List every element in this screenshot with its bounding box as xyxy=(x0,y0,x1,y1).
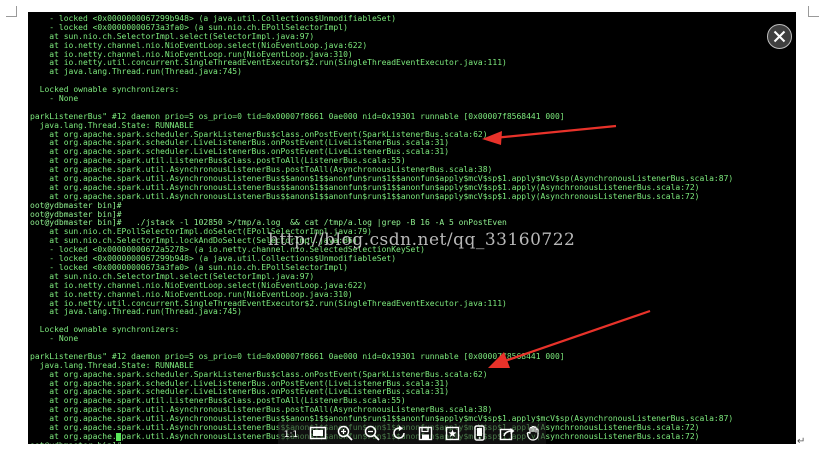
terminal-line: - locked <0x0000000067299b948> (a java.u… xyxy=(30,255,397,264)
terminal-line: at org.apache.spark.scheduler.LiveListen… xyxy=(30,148,450,157)
terminal-line: - locked <0x00000000673a3fa0> (a sun.nio… xyxy=(30,23,348,32)
terminal-line: - locked <0x0000000067299b948> (a java.u… xyxy=(30,15,397,23)
terminal-line: at io.netty.channel.nio.NioEventLoop.sel… xyxy=(30,281,368,290)
terminal-line: at java.lang.Thread.run(Thread.java:745) xyxy=(30,308,242,317)
terminal-line: parkListenerBus" #12 daemon prio=5 os_pr… xyxy=(30,352,565,361)
send-to-phone-button[interactable] xyxy=(469,423,490,443)
terminal-line: oot@ydbmaster bin]# xyxy=(30,201,122,210)
phone-icon xyxy=(474,425,485,441)
viewer-toolbar: 1:1 xyxy=(278,422,546,444)
red-arrow-upper xyxy=(482,124,617,145)
zoom-in-button[interactable] xyxy=(334,423,355,443)
terminal-line: Locked ownable synchronizers: xyxy=(30,86,180,95)
corner-mark-right xyxy=(808,6,819,17)
terminal-screenshot: - locked <0x0000000067299b948> (a java.u… xyxy=(28,12,796,444)
terminal-line: at io.netty.channel.nio.NioEventLoop.run… xyxy=(30,50,353,59)
image-viewer: - locked <0x0000000067299b948> (a java.u… xyxy=(0,0,834,458)
zoom-out-icon xyxy=(364,425,380,441)
paragraph-return-mark: ↵ xyxy=(797,436,806,447)
red-arrow-lower xyxy=(488,309,651,368)
terminal-line: at org.apache.spark.util.AsynchronousLis… xyxy=(30,175,734,184)
terminal-line: at org.apache.spark.scheduler.LiveListen… xyxy=(30,388,450,397)
terminal-line: at sun.nio.ch.SelectorImpl.select(Select… xyxy=(30,272,315,281)
bookmark-button[interactable] xyxy=(442,423,463,443)
terminal-line: java.lang.Thread.State: RUNNABLE xyxy=(30,361,194,370)
terminal-line: Locked ownable synchronizers: xyxy=(30,326,180,335)
hand-icon xyxy=(526,425,539,441)
terminal-line: at org.apache.spark.util.ListenerBus$cla… xyxy=(30,397,406,406)
terminal-line: oot@ydbmaster bin]# xyxy=(30,210,122,219)
rotate-button[interactable] xyxy=(388,423,409,443)
terminal-line: at io.netty.util.concurrent.SingleThread… xyxy=(30,299,507,308)
terminal-line: at org.apache.spark.scheduler.LiveListen… xyxy=(30,139,450,148)
terminal-line: at org.apache.spark.util.AsynchronousLis… xyxy=(30,166,493,175)
fit-screen-icon xyxy=(309,426,326,440)
zoom-out-button[interactable] xyxy=(361,423,382,443)
close-button[interactable] xyxy=(767,24,792,49)
terminal-cursor xyxy=(116,433,121,441)
zoom-in-icon xyxy=(337,425,353,441)
terminal-line: at io.netty.channel.nio.NioEventLoop.sel… xyxy=(30,41,368,50)
terminal-line: at org.apache.spark.scheduler.SparkListe… xyxy=(30,130,488,139)
terminal-line: at org.apache.spark.util.AsynchronousLis… xyxy=(30,192,700,201)
terminal-line: parkListenerBus" #12 daemon prio=5 os_pr… xyxy=(30,112,565,121)
bookmark-icon xyxy=(445,426,460,440)
terminal-line: at org.apache.spark.scheduler.LiveListen… xyxy=(30,379,450,388)
terminal-line: at org.apache.spark.util.AsynchronousLis… xyxy=(30,183,700,192)
share-icon xyxy=(499,427,514,440)
terminal-line: at sun.nio.ch.SelectorImpl.select(Select… xyxy=(30,32,315,41)
terminal-line: - None xyxy=(30,335,79,344)
watermark-text: http://blog.csdn.net/qq_33160722 xyxy=(268,230,576,250)
terminal-line: - None xyxy=(30,95,79,104)
terminal-line: at java.lang.Thread.run(Thread.java:745) xyxy=(30,68,242,77)
corner-mark-left xyxy=(6,6,17,17)
actual-size-icon: 1:1 xyxy=(283,430,297,440)
terminal-line: at org.apache.spark.util.AsynchronousLis… xyxy=(30,406,493,415)
share-button[interactable] xyxy=(496,423,517,443)
terminal-line: at org.apache.spark.util.ListenerBus$cla… xyxy=(30,157,406,166)
terminal-line: oot@ydbmaster bin]# ./jstack -l 102850 >… xyxy=(30,219,507,228)
terminal-line: at org.apache.spark.scheduler.SparkListe… xyxy=(30,370,488,379)
terminal-line: - locked <0x00000000673a3fa0> (a sun.nio… xyxy=(30,263,348,272)
save-button[interactable] xyxy=(415,423,436,443)
page-indicator: 1:1 xyxy=(283,430,297,440)
rotate-icon xyxy=(392,425,405,439)
terminal-line: java.lang.Thread.State: RUNNABLE xyxy=(30,121,194,130)
fit-screen-button[interactable] xyxy=(307,423,328,443)
terminal-line: at io.netty.channel.nio.NioEventLoop.run… xyxy=(30,290,353,299)
save-icon xyxy=(418,426,433,440)
terminal-line: at io.netty.util.concurrent.SingleThread… xyxy=(30,59,507,68)
actual-size-button[interactable]: 1:1 xyxy=(280,423,301,443)
hand-tool-button[interactable] xyxy=(523,423,544,443)
close-icon xyxy=(773,30,786,43)
